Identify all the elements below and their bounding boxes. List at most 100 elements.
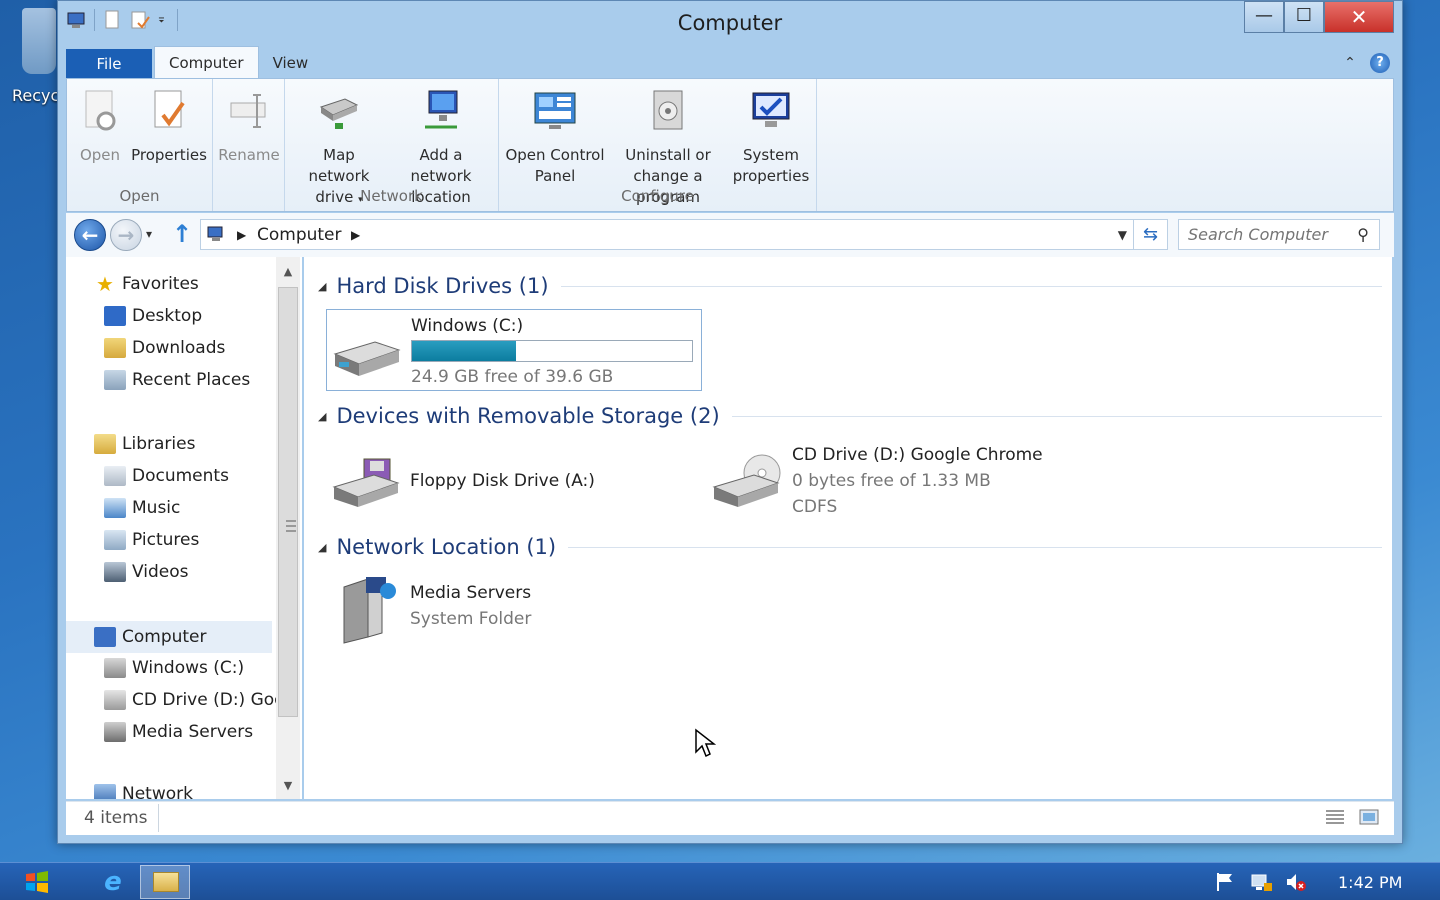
nav-desktop[interactable]: Desktop xyxy=(104,303,202,329)
network-tray-icon[interactable] xyxy=(1250,871,1274,893)
media-servers-icon xyxy=(104,722,126,742)
address-bar[interactable]: ▶ Computer ▶ ▼ xyxy=(200,219,1134,250)
forward-button[interactable]: → xyxy=(110,219,142,251)
details-view-icon[interactable] xyxy=(1324,808,1346,826)
pictures-icon xyxy=(104,530,126,550)
section-network-location[interactable]: ◢ Network Location (1) xyxy=(318,532,1382,562)
maximize-button[interactable]: ☐ xyxy=(1284,1,1324,33)
open-icon xyxy=(85,90,116,131)
close-button[interactable]: ✕ xyxy=(1324,1,1394,33)
nav-cd-drive[interactable]: CD Drive (D:) Goo xyxy=(104,687,285,713)
nav-favorites[interactable]: ★ Favorites xyxy=(94,271,199,297)
help-icon[interactable]: ? xyxy=(1370,53,1390,73)
collapse-triangle-icon[interactable]: ◢ xyxy=(318,280,326,293)
search-box[interactable]: ⚲ xyxy=(1178,219,1380,250)
taskbar-clock[interactable]: 1:42 PM xyxy=(1338,873,1402,892)
rename-button[interactable]: Rename xyxy=(217,87,281,166)
star-icon: ★ xyxy=(96,272,114,296)
nav-pictures[interactable]: Pictures xyxy=(104,527,199,553)
search-icon[interactable]: ⚲ xyxy=(1357,225,1369,244)
configure-group-label: Configure xyxy=(621,187,694,205)
cd-drive-icon xyxy=(712,454,781,507)
collapse-triangle-icon[interactable]: ◢ xyxy=(318,541,326,554)
cd-drive-icon xyxy=(104,690,126,710)
drive-c-name: Windows (C:) xyxy=(411,316,524,336)
network-group-label: Network xyxy=(360,187,423,205)
recent-places-icon xyxy=(104,370,126,390)
breadcrumb-chevron-icon[interactable]: ▶ xyxy=(351,228,360,242)
title-bar[interactable]: Computer — ☐ ✕ xyxy=(58,1,1402,45)
recent-locations-dropdown-icon[interactable]: ▾ xyxy=(146,227,152,241)
section-hard-disk-drives[interactable]: ◢ Hard Disk Drives (1) xyxy=(318,271,1382,301)
uninstall-icon xyxy=(653,90,683,130)
open-control-panel-button[interactable]: Open Control Panel xyxy=(503,87,607,187)
nav-music[interactable]: Music xyxy=(104,495,180,521)
media-servers-tile[interactable]: Media Servers System Folder xyxy=(326,569,626,649)
cd-drive-tile[interactable]: CD Drive (D:) Google Chrome 0 bytes free… xyxy=(708,443,1088,523)
drive-c-tile[interactable]: Windows (C:) 24.9 GB free of 39.6 GB xyxy=(326,309,702,391)
navigation-pane: ★ Favorites Desktop Downloads Recent Pla… xyxy=(66,257,302,799)
minimize-button[interactable]: — xyxy=(1244,1,1284,33)
scroll-thumb[interactable] xyxy=(278,287,298,717)
collapse-triangle-icon[interactable]: ◢ xyxy=(318,410,326,423)
breadcrumb-chevron-icon[interactable]: ▶ xyxy=(237,228,246,242)
minimize-ribbon-icon[interactable]: ⌃ xyxy=(1342,55,1358,71)
desktop-icon xyxy=(104,306,126,326)
nav-computer[interactable]: Computer xyxy=(66,621,272,653)
nav-documents[interactable]: Documents xyxy=(104,463,229,489)
recycle-bin-icon xyxy=(22,8,56,74)
map-drive-icon xyxy=(319,98,359,129)
maximize-icon: ☐ xyxy=(1295,5,1313,26)
nav-videos[interactable]: Videos xyxy=(104,559,189,585)
tab-computer[interactable]: Computer xyxy=(154,46,259,79)
nav-media-servers[interactable]: Media Servers xyxy=(104,719,253,745)
nav-recent-places[interactable]: Recent Places xyxy=(104,367,250,393)
start-button-windows-icon[interactable] xyxy=(24,870,50,894)
properties-button[interactable]: Properties xyxy=(127,87,211,166)
open-button[interactable]: Open xyxy=(75,87,125,166)
refresh-button[interactable]: ⇆ xyxy=(1134,219,1168,250)
ribbon-group-configure: Open Control Panel Uninstall or change a… xyxy=(499,79,817,211)
cd-drive-filesystem: CDFS xyxy=(792,497,838,517)
nav-windows-c[interactable]: Windows (C:) xyxy=(104,655,244,681)
scroll-up-icon[interactable]: ▲ xyxy=(276,265,300,278)
scroll-grip-icon xyxy=(286,520,296,532)
nav-downloads[interactable]: Downloads xyxy=(104,335,225,361)
taskbar: e 1:42 PM xyxy=(0,862,1440,900)
nav-network[interactable]: Network xyxy=(94,781,193,799)
system-properties-button[interactable]: System properties xyxy=(729,87,813,187)
breadcrumb-computer[interactable]: Computer xyxy=(257,225,342,245)
mouse-cursor-icon xyxy=(695,728,716,758)
media-servers-name: Media Servers xyxy=(410,583,532,603)
tab-view[interactable]: View xyxy=(259,47,323,79)
item-count: 4 items xyxy=(84,808,148,828)
libraries-icon xyxy=(94,434,116,454)
taskbar-internet-explorer[interactable]: e xyxy=(88,865,138,899)
large-icons-view-icon[interactable] xyxy=(1358,808,1380,826)
status-bar: 4 items xyxy=(66,801,1394,835)
scroll-down-icon[interactable]: ▼ xyxy=(276,779,300,792)
tab-file[interactable]: File xyxy=(66,49,152,79)
internet-explorer-icon: e xyxy=(104,867,122,897)
computer-icon xyxy=(94,627,116,647)
open-label: Open xyxy=(79,146,121,164)
volume-muted-icon[interactable] xyxy=(1284,871,1308,893)
system-properties-label-2: properties xyxy=(732,167,810,185)
ribbon-controls: ⌃ ? xyxy=(1342,53,1390,73)
music-icon xyxy=(104,498,126,518)
close-icon: ✕ xyxy=(1350,5,1368,29)
videos-icon xyxy=(104,562,126,582)
search-input[interactable] xyxy=(1188,220,1348,249)
system-properties-label-1: System xyxy=(743,146,799,164)
section-removable-storage[interactable]: ◢ Devices with Removable Storage (2) xyxy=(318,401,1382,431)
action-center-flag-icon[interactable] xyxy=(1214,871,1238,893)
nav-scrollbar[interactable]: ▲ ▼ xyxy=(276,257,300,799)
back-button[interactable]: ← xyxy=(74,219,106,251)
floppy-tile[interactable]: Floppy Disk Drive (A:) xyxy=(326,447,686,517)
taskbar-file-explorer[interactable] xyxy=(140,865,190,899)
control-panel-label-2: Panel xyxy=(534,167,576,185)
floppy-drive-icon xyxy=(332,458,400,507)
nav-libraries[interactable]: Libraries xyxy=(94,431,195,457)
address-dropdown-icon[interactable]: ▼ xyxy=(1118,228,1127,242)
up-button[interactable]: ↑ xyxy=(170,221,194,249)
